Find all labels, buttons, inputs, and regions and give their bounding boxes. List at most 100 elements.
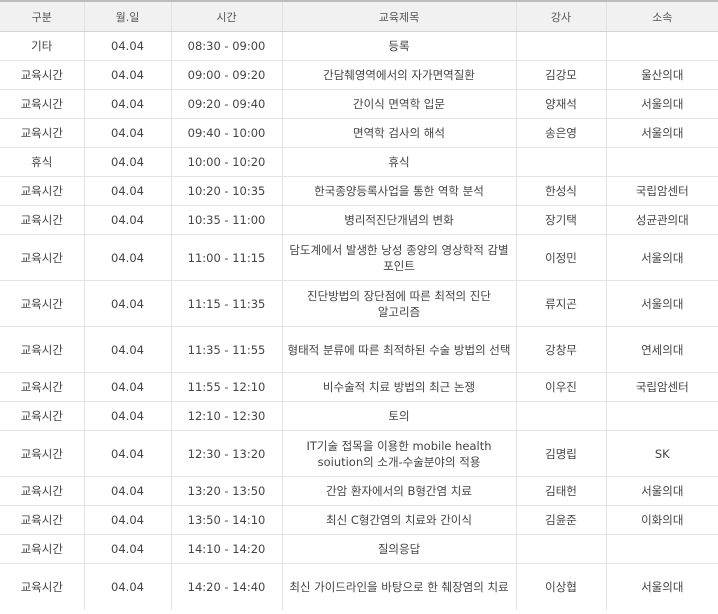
cell-date: 04.04 [83,563,171,610]
header-title: 교육제목 [281,0,516,32]
cell-type: 교육시간 [0,534,84,564]
table-row: 교육시간 04.04 12:30 - 13:20 IT기술 접목을 이용한 mo… [0,430,718,477]
cell-type: 교육시간 [0,205,84,235]
cell-affiliation: 서울의대 [605,280,718,327]
cell-time: 13:20 - 13:50 [170,476,282,506]
cell-title: 한국종양등록사업을 통한 역학 분석 [281,176,516,206]
cell-title: 면역학 검사의 해석 [281,118,516,148]
cell-date: 04.04 [83,372,171,402]
cell-title: 간이식 면역학 입문 [281,89,516,119]
cell-lecturer [515,147,606,177]
cell-affiliation: 서울의대 [605,89,718,119]
table-row: 교육시간 04.04 09:40 - 10:00 면역학 검사의 해석 송은영 … [0,118,718,148]
cell-title: 비수술적 치료 방법의 최근 논쟁 [281,372,516,402]
table-row: 교육시간 04.04 11:55 - 12:10 비수술적 치료 방법의 최근 … [0,372,718,402]
cell-type: 교육시간 [0,60,84,90]
cell-title: 등록 [281,31,516,61]
cell-lecturer: 김강모 [515,60,606,90]
cell-type: 교육시간 [0,280,84,327]
cell-affiliation: SK [605,430,718,477]
cell-date: 04.04 [83,476,171,506]
cell-type: 교육시간 [0,401,84,431]
cell-type: 교육시간 [0,118,84,148]
cell-time: 12:30 - 13:20 [170,430,282,477]
cell-time: 14:20 - 14:40 [170,563,282,610]
cell-time: 11:55 - 12:10 [170,372,282,402]
cell-date: 04.04 [83,176,171,206]
cell-affiliation: 국립암센터 [605,372,718,402]
cell-lecturer: 송은영 [515,118,606,148]
cell-time: 09:20 - 09:40 [170,89,282,119]
cell-date: 04.04 [83,326,171,373]
cell-lecturer: 이상협 [515,563,606,610]
schedule-table: 구분 월.일 시간 교육제목 강사 소속 기타 04.04 08:30 - 09… [0,0,718,610]
cell-date: 04.04 [83,505,171,535]
cell-lecturer: 류지곤 [515,280,606,327]
cell-lecturer: 장기택 [515,205,606,235]
cell-time: 10:20 - 10:35 [170,176,282,206]
cell-title: 최신 C형간염의 치료와 간이식 [281,505,516,535]
cell-date: 04.04 [83,280,171,327]
cell-date: 04.04 [83,147,171,177]
cell-type: 교육시간 [0,372,84,402]
cell-lecturer: 이우진 [515,372,606,402]
cell-affiliation: 서울의대 [605,118,718,148]
header-date: 월.일 [83,0,171,32]
table-header: 구분 월.일 시간 교육제목 강사 소속 [0,0,718,32]
cell-time: 09:40 - 10:00 [170,118,282,148]
cell-affiliation: 서울의대 [605,234,718,281]
table-row: 교육시간 04.04 09:20 - 09:40 간이식 면역학 입문 양재석 … [0,89,718,119]
cell-type: 교육시간 [0,505,84,535]
cell-affiliation [605,31,718,61]
cell-title: 토의 [281,401,516,431]
cell-type: 기타 [0,31,84,61]
header-lecturer: 강사 [515,0,606,32]
cell-time: 08:30 - 09:00 [170,31,282,61]
cell-lecturer: 강창무 [515,326,606,373]
cell-affiliation [605,534,718,564]
cell-date: 04.04 [83,118,171,148]
table-row: 교육시간 04.04 13:50 - 14:10 최신 C형간염의 치료와 간이… [0,505,718,535]
cell-time: 11:35 - 11:55 [170,326,282,373]
cell-date: 04.04 [83,430,171,477]
cell-affiliation: 울산의대 [605,60,718,90]
cell-time: 10:35 - 11:00 [170,205,282,235]
cell-type: 휴식 [0,147,84,177]
cell-lecturer: 김명립 [515,430,606,477]
header-type: 구분 [0,0,84,32]
table-row: 교육시간 04.04 10:20 - 10:35 한국종양등록사업을 통한 역학… [0,176,718,206]
table-row: 기타 04.04 08:30 - 09:00 등록 [0,31,718,61]
cell-title: 간암 환자에서의 B형간염 치료 [281,476,516,506]
cell-time: 11:15 - 11:35 [170,280,282,327]
cell-lecturer: 이정민 [515,234,606,281]
cell-type: 교육시간 [0,476,84,506]
cell-lecturer: 한성식 [515,176,606,206]
cell-affiliation: 서울의대 [605,476,718,506]
cell-title: 질의응답 [281,534,516,564]
table-row: 교육시간 04.04 11:00 - 11:15 담도계에서 발생한 낭성 종양… [0,234,718,281]
cell-affiliation: 이화의대 [605,505,718,535]
cell-date: 04.04 [83,89,171,119]
cell-lecturer [515,31,606,61]
header-row: 구분 월.일 시간 교육제목 강사 소속 [0,0,718,32]
cell-type: 교육시간 [0,430,84,477]
cell-lecturer: 김윤준 [515,505,606,535]
cell-lecturer [515,401,606,431]
table-row: 교육시간 04.04 09:00 - 09:20 간담췌영역에서의 자가면역질환… [0,60,718,90]
cell-date: 04.04 [83,234,171,281]
cell-type: 교육시간 [0,176,84,206]
cell-time: 11:00 - 11:15 [170,234,282,281]
cell-type: 교육시간 [0,234,84,281]
cell-type: 교육시간 [0,326,84,373]
cell-title: IT기술 접목을 이용한 mobile health soiution의 소개-… [281,430,516,477]
table-row: 교육시간 04.04 10:35 - 11:00 병리적진단개념의 변화 장기택… [0,205,718,235]
cell-time: 09:00 - 09:20 [170,60,282,90]
cell-affiliation [605,401,718,431]
cell-title: 형태적 분류에 따른 최적하된 수술 방법의 선택 [281,326,516,373]
cell-affiliation [605,147,718,177]
table-body: 기타 04.04 08:30 - 09:00 등록 교육시간 04.04 09:… [0,31,718,610]
cell-type: 교육시간 [20,579,63,594]
header-affiliation: 소속 [605,0,718,32]
cell-title: 최신 가이드라인을 바탕으로 한 췌장염의 치료 [281,563,516,610]
cell-date: 04.04 [83,534,171,564]
